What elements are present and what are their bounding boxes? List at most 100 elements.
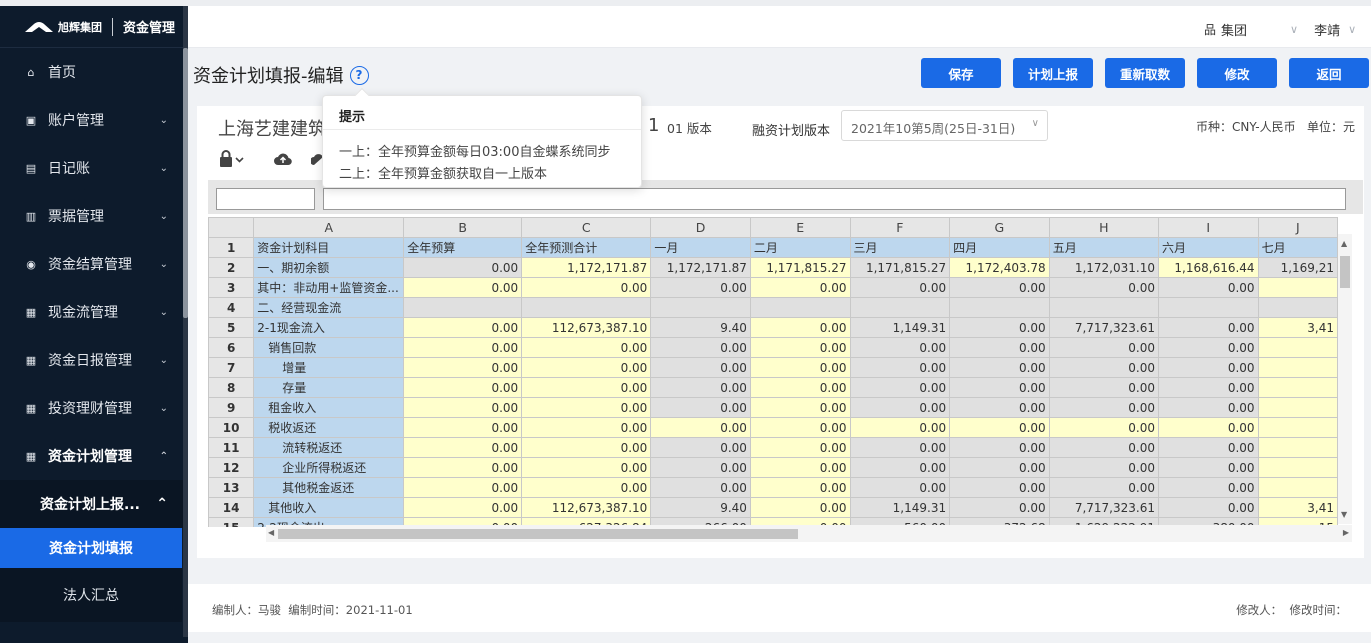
table-cell[interactable]: 二月 [749,237,851,258]
table-cell[interactable]: 0.00 [650,477,751,498]
table-cell[interactable]: 0.00 [749,277,851,298]
table-cell[interactable]: 0.00 [1157,457,1259,478]
scroll-up-icon[interactable]: ▲ [1341,239,1347,248]
row-header[interactable]: 11 [208,437,255,458]
table-cell[interactable]: 0.00 [749,497,851,518]
table-cell[interactable]: 0.00 [403,337,523,358]
help-icon[interactable]: ? [349,65,369,85]
column-header[interactable]: F [849,217,951,238]
row-header[interactable]: 8 [208,377,255,398]
table-cell[interactable]: 3,41 [1257,317,1338,338]
table-cell[interactable]: 0.00 [949,337,1050,358]
formula-input[interactable] [323,188,1346,210]
subject-cell[interactable]: 其他税金返还 [253,477,405,498]
table-cell[interactable]: 0.00 [949,477,1050,498]
submit-plan-button[interactable]: 计划上报 [1013,58,1093,88]
table-cell[interactable]: 0.00 [1157,357,1259,378]
cell-name-box[interactable] [216,188,315,210]
table-cell[interactable]: 三月 [849,237,951,258]
table-cell[interactable]: 0.00 [521,357,652,378]
sheet-vertical-scrollbar[interactable]: ▲ ▼ [1338,234,1352,524]
table-cell[interactable]: 1,171,815.27 [749,257,851,278]
table-cell[interactable]: 0.00 [749,397,851,418]
table-cell[interactable]: 0.00 [650,397,751,418]
subject-cell[interactable]: 租金收入 [253,397,405,418]
table-cell[interactable]: 0.00 [749,417,851,438]
table-cell[interactable]: 0.00 [1157,337,1259,358]
sidebar-item-bill[interactable]: ▥ 票据管理 ⌄ [0,192,188,240]
table-cell[interactable]: 0.00 [650,457,751,478]
table-cell[interactable] [1257,397,1338,418]
table-cell[interactable] [1048,297,1159,318]
table-cell[interactable]: 0.00 [749,457,851,478]
sidebar-subgroup-plan-report[interactable]: 资金计划上报... ⌃ [0,480,188,528]
table-cell[interactable]: 一月 [650,237,751,258]
table-cell[interactable]: 0.00 [949,277,1050,298]
table-cell[interactable] [650,297,751,318]
table-cell[interactable]: 0.00 [749,337,851,358]
table-cell[interactable]: 3,41 [1257,497,1338,518]
table-cell[interactable]: 7,717,323.61 [1048,317,1159,338]
table-cell[interactable]: 0.00 [650,417,751,438]
table-cell[interactable]: 0.00 [521,397,652,418]
back-button[interactable]: 返回 [1289,58,1369,88]
sheet-corner[interactable] [208,217,255,238]
cloud-upload-icon[interactable] [273,150,293,173]
column-header[interactable]: C [521,217,652,238]
table-cell[interactable]: 1,168,616.44 [1157,257,1259,278]
table-cell[interactable]: 0.00 [1157,377,1259,398]
table-cell[interactable]: 0.00 [521,337,652,358]
table-cell[interactable]: 0.00 [1048,277,1159,298]
row-header[interactable]: 6 [208,337,255,358]
table-cell[interactable]: 0.00 [849,477,951,498]
table-cell[interactable]: 0.00 [650,277,751,298]
table-cell[interactable]: 0.00 [749,317,851,338]
table-cell[interactable]: 0.00 [849,277,951,298]
table-cell[interactable] [1157,297,1259,318]
column-header[interactable]: D [650,217,751,238]
subject-cell[interactable]: 税收返还 [253,417,405,438]
table-cell[interactable]: 0.00 [949,497,1050,518]
table-cell[interactable]: 0.00 [650,377,751,398]
sidebar-item-account[interactable]: ▣ 账户管理 ⌄ [0,96,188,144]
sidebar-item-daily-report[interactable]: ▦ 资金日报管理 ⌄ [0,336,188,384]
table-cell[interactable]: 0.00 [849,417,951,438]
table-cell[interactable]: 0.00 [650,357,751,378]
subject-cell[interactable]: 其中：非动用+监管资金... [253,277,405,298]
table-cell[interactable]: 0.00 [1048,357,1159,378]
sidebar-item-plan[interactable]: ▦ 资金计划管理 ⌃ [0,432,188,480]
subject-cell[interactable]: 其他收入 [253,497,405,518]
table-cell[interactable]: 0.00 [849,357,951,378]
table-cell[interactable]: 0.00 [1157,497,1259,518]
table-cell[interactable] [403,297,523,318]
row-header[interactable]: 4 [208,297,255,318]
column-header[interactable]: G [949,217,1050,238]
table-cell[interactable]: 0.00 [949,357,1050,378]
table-cell[interactable]: 0.00 [403,417,523,438]
table-cell[interactable]: 1,149.31 [849,497,951,518]
table-cell[interactable] [1257,357,1338,378]
table-cell[interactable]: 0.00 [403,477,523,498]
table-cell[interactable]: 四月 [949,237,1050,258]
table-cell[interactable]: 0.00 [521,457,652,478]
sidebar-item-investment[interactable]: ▦ 投资理财管理 ⌄ [0,384,188,432]
sidebar-item-home[interactable]: ⌂ 首页 [0,48,188,96]
column-header[interactable]: B [403,217,523,238]
scroll-left-icon[interactable]: ◀ [268,528,274,537]
table-cell[interactable]: 全年预测合计 [521,237,652,258]
table-cell[interactable]: 0.00 [403,437,523,458]
column-header[interactable]: A [253,217,405,238]
table-cell[interactable]: 0.00 [849,377,951,398]
table-cell[interactable]: 0.00 [1157,317,1259,338]
table-cell[interactable] [1257,377,1338,398]
row-header[interactable]: 14 [208,497,255,518]
table-cell[interactable] [1257,417,1338,438]
sidebar-item-cashflow[interactable]: ▦ 现金流管理 ⌄ [0,288,188,336]
table-cell[interactable]: 0.00 [749,377,851,398]
table-cell[interactable] [1257,477,1338,498]
table-cell[interactable]: 0.00 [849,457,951,478]
subject-cell[interactable]: 资金计划科目 [253,237,405,258]
table-cell[interactable]: 0.00 [749,357,851,378]
sidebar-item-journal[interactable]: ▤ 日记账 ⌄ [0,144,188,192]
row-header[interactable]: 1 [208,237,255,258]
